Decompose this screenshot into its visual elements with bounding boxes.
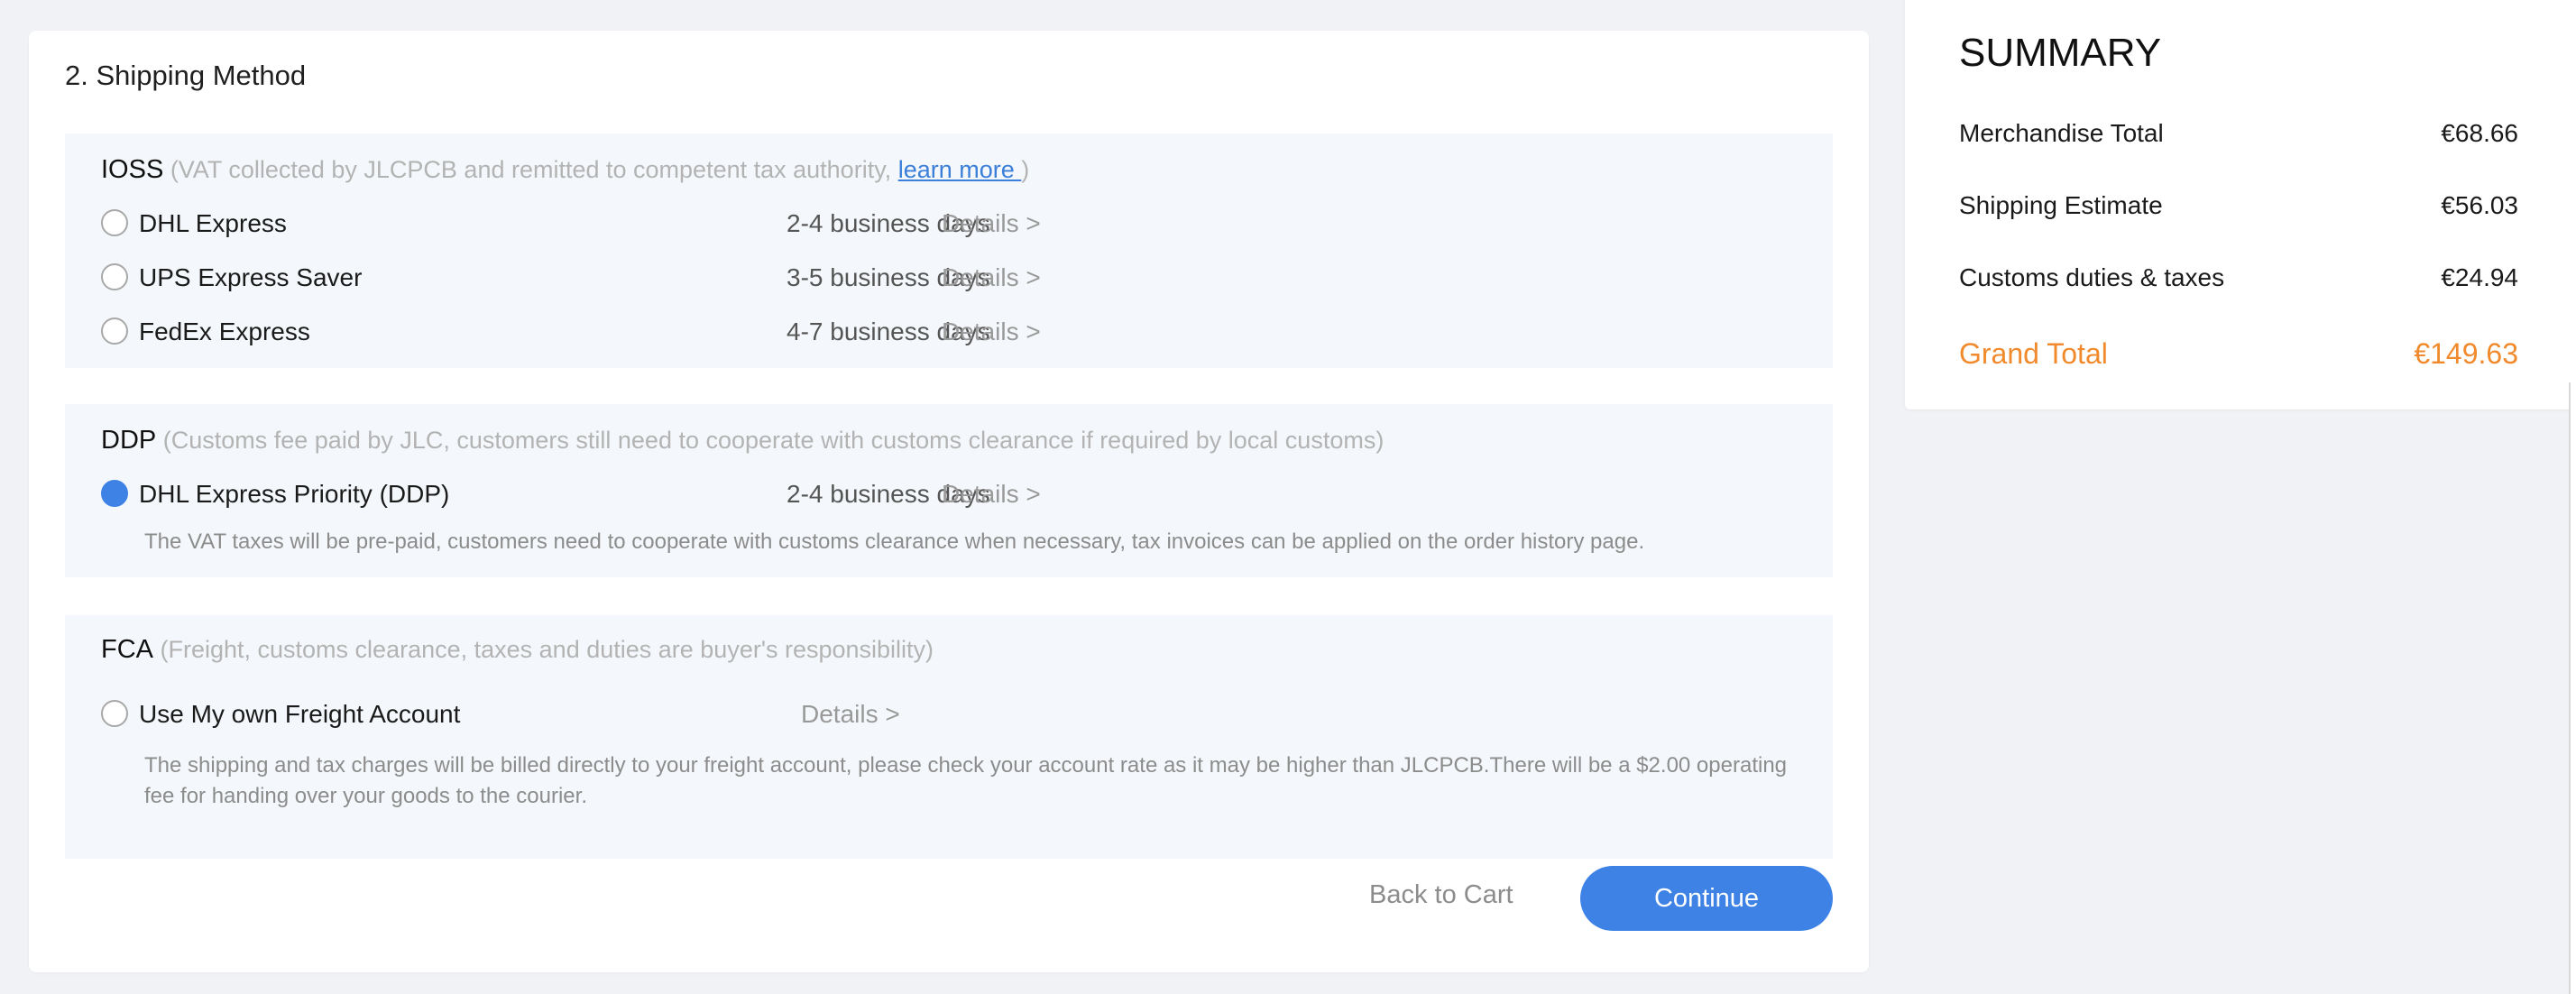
- radio-ups-express-saver[interactable]: [101, 263, 128, 290]
- summary-row-value: €56.03: [2441, 191, 2518, 219]
- details-link[interactable]: Details >: [942, 480, 1041, 509]
- shipping-option-dhl-express-priority-ddp[interactable]: DHL Express Priority (DDP) 2-4 business …: [101, 476, 1815, 512]
- ioss-header: IOSS (VAT collected by JLCPCB and remitt…: [101, 155, 1029, 185]
- grand-total-value: €149.63: [2414, 337, 2518, 370]
- summary-row-merchandise-total: Merchandise Total €68.66: [1959, 119, 2518, 148]
- details-link[interactable]: Details >: [801, 700, 900, 729]
- fca-note-line2: fee for handing over your goods to the c…: [144, 784, 587, 808]
- details-link[interactable]: Details >: [942, 263, 1041, 292]
- summary-row-label: Merchandise Total: [1959, 119, 2164, 147]
- summary-row-grand-total: Grand Total €149.63: [1959, 337, 2518, 371]
- ioss-code: IOSS: [101, 155, 164, 184]
- grand-total-label: Grand Total: [1959, 337, 2108, 370]
- fca-desc: (Freight, customs clearance, taxes and d…: [153, 636, 934, 663]
- ddp-desc: (Customs fee paid by JLC, customers stil…: [156, 427, 1385, 454]
- option-label: FedEx Express: [139, 318, 310, 345]
- ioss-group: IOSS (VAT collected by JLCPCB and remitt…: [65, 133, 1833, 368]
- radio-fedex-express[interactable]: [101, 318, 128, 345]
- summary-title: SUMMARY: [1959, 31, 2162, 75]
- fca-code: FCA: [101, 635, 153, 664]
- summary-row-label: Shipping Estimate: [1959, 191, 2163, 219]
- ioss-desc: (VAT collected by JLCPCB and remitted to…: [163, 156, 898, 183]
- fca-note-line1: The shipping and tax charges will be bil…: [144, 753, 1788, 778]
- radio-dhl-express-priority-ddp[interactable]: [101, 480, 128, 507]
- details-link[interactable]: Details >: [942, 318, 1041, 346]
- ddp-note: The VAT taxes will be pre-paid, customer…: [144, 529, 1645, 554]
- shipping-option-ups-express-saver[interactable]: UPS Express Saver 3-5 business days Deta…: [101, 260, 1815, 296]
- ddp-header: DDP (Customs fee paid by JLC, customers …: [101, 426, 1384, 456]
- shipping-method-card: 2. Shipping Method IOSS (VAT collected b…: [29, 31, 1869, 972]
- shipping-option-fedex-express[interactable]: FedEx Express 4-7 business days Details …: [101, 314, 1815, 350]
- option-label: UPS Express Saver: [139, 263, 363, 291]
- radio-dhl-express[interactable]: [101, 209, 128, 236]
- summary-row-value: €24.94: [2441, 263, 2518, 291]
- radio-own-freight-account[interactable]: [101, 700, 128, 727]
- learn-more-link[interactable]: learn more: [898, 156, 1022, 183]
- continue-button[interactable]: Continue: [1580, 866, 1833, 931]
- details-link[interactable]: Details >: [942, 209, 1041, 238]
- summary-row-label: Customs duties & taxes: [1959, 263, 2225, 291]
- order-summary-panel: SUMMARY Merchandise Total €68.66 Shippin…: [1905, 0, 2576, 410]
- ddp-code: DDP: [101, 426, 157, 455]
- summary-row-value: €68.66: [2441, 119, 2518, 147]
- shipping-option-dhl-express[interactable]: DHL Express 2-4 business days Details >: [101, 206, 1815, 242]
- summary-row-customs-duties: Customs duties & taxes €24.94: [1959, 263, 2518, 292]
- back-to-cart-button[interactable]: Back to Cart: [1369, 880, 1513, 910]
- summary-row-shipping-estimate: Shipping Estimate €56.03: [1959, 191, 2518, 220]
- ddp-group: DDP (Customs fee paid by JLC, customers …: [65, 404, 1833, 577]
- fca-header: FCA (Freight, customs clearance, taxes a…: [101, 635, 934, 665]
- section-title: 2. Shipping Method: [65, 60, 307, 91]
- option-label: DHL Express Priority (DDP): [139, 480, 450, 508]
- shipping-option-own-freight-account[interactable]: Use My own Freight Account Details >: [101, 696, 1815, 732]
- ioss-desc-end: ): [1021, 156, 1030, 183]
- option-label: Use My own Freight Account: [139, 700, 461, 728]
- fca-group: FCA (Freight, customs clearance, taxes a…: [65, 615, 1833, 859]
- option-label: DHL Express: [139, 209, 287, 237]
- scrollbar[interactable]: [2569, 382, 2576, 994]
